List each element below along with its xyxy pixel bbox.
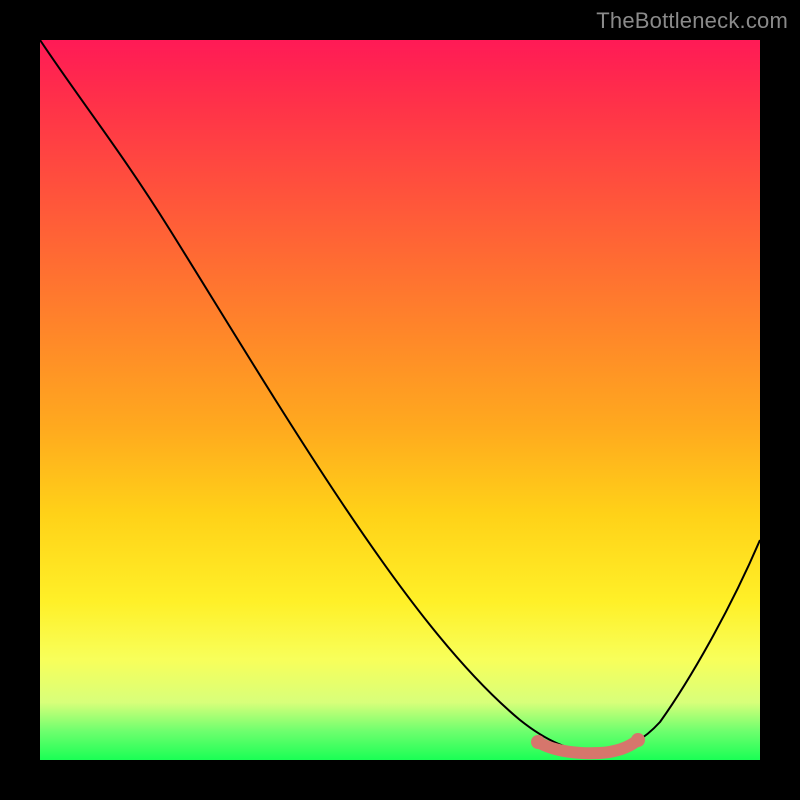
trough-right-dot	[631, 733, 645, 747]
bottleneck-curve	[40, 40, 760, 752]
plot-area	[40, 40, 760, 760]
trough-left-dot	[531, 735, 545, 749]
chart-stage: TheBottleneck.com	[0, 0, 800, 800]
curve-layer	[40, 40, 760, 760]
watermark-text: TheBottleneck.com	[596, 8, 788, 34]
